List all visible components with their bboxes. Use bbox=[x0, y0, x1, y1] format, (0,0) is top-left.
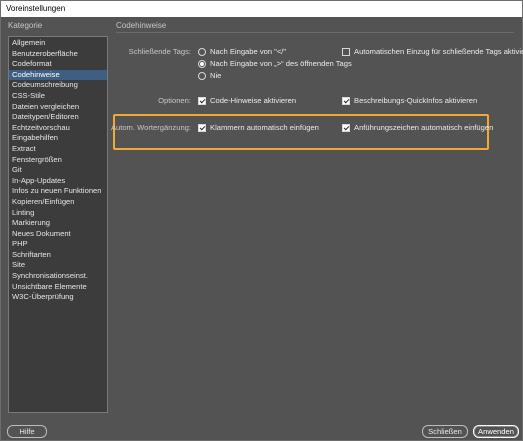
quickinfo-check[interactable] bbox=[342, 96, 350, 105]
auto-indent-check[interactable] bbox=[342, 47, 350, 56]
category-item[interactable]: Infos zu neuen Funktionen bbox=[9, 186, 107, 197]
category-item[interactable]: Benutzeroberfläche bbox=[9, 49, 107, 60]
category-item[interactable]: PHP bbox=[9, 239, 107, 250]
category-item[interactable]: Fenstergrößen bbox=[9, 155, 107, 166]
category-item[interactable]: W3C-Überprüfung bbox=[9, 292, 107, 303]
radio-never-label: Nie bbox=[210, 71, 222, 80]
brackets-checkbox[interactable]: Klammern automatisch einfügen bbox=[198, 123, 319, 132]
radio-never-button[interactable] bbox=[198, 71, 206, 80]
radio-after-slash-label: Nach Eingabe von "</" bbox=[210, 47, 287, 56]
radio-never[interactable]: Nie bbox=[198, 71, 221, 80]
window-title: Voreinstellungen bbox=[1, 1, 522, 17]
category-item[interactable]: Unsichtbare Elemente bbox=[9, 282, 107, 293]
autocomplete-label: Autom. Wortergänzung: bbox=[110, 123, 191, 132]
code-hints-checkbox[interactable]: Code-Hinweise aktivieren bbox=[198, 96, 296, 105]
radio-after-open-tag-label: Nach Eingabe von „>“ des öffnenden Tags bbox=[210, 59, 352, 68]
category-item[interactable]: Codeumschreibung bbox=[9, 80, 107, 91]
quotes-checkbox[interactable]: Anführungszeichen automatisch einfügen bbox=[342, 123, 493, 132]
category-item[interactable]: Codehinweise bbox=[9, 69, 107, 81]
category-item[interactable]: In-App-Updates bbox=[9, 176, 107, 187]
category-item[interactable]: Site bbox=[9, 260, 107, 271]
auto-indent-label: Automatischen Einzug für schließende Tag… bbox=[354, 47, 523, 56]
options-label: Optionen: bbox=[158, 96, 191, 105]
quickinfo-label: Beschreibungs-QuickInfos aktivieren bbox=[354, 96, 478, 105]
auto-indent-checkbox[interactable]: Automatischen Einzug für schließende Tag… bbox=[342, 47, 523, 56]
apply-button[interactable]: Anwenden bbox=[473, 425, 519, 438]
category-item[interactable]: CSS-Stile bbox=[9, 91, 107, 102]
quotes-label: Anführungszeichen automatisch einfügen bbox=[354, 123, 494, 132]
section-divider bbox=[116, 32, 514, 33]
radio-after-open-tag[interactable]: Nach Eingabe von „>“ des öffnenden Tags bbox=[198, 59, 352, 68]
category-item[interactable]: Codeformat bbox=[9, 59, 107, 70]
quickinfo-checkbox[interactable]: Beschreibungs-QuickInfos aktivieren bbox=[342, 96, 477, 105]
radio-after-slash-button[interactable] bbox=[198, 47, 206, 56]
category-list[interactable]: Allgemein Benutzeroberfläche Codeformat Cod… bbox=[8, 36, 108, 413]
close-button[interactable]: Schließen bbox=[422, 425, 468, 438]
category-item[interactable]: Markierung bbox=[9, 218, 107, 229]
category-item[interactable]: Git bbox=[9, 165, 107, 176]
category-item[interactable]: Synchronisationseinst. bbox=[9, 271, 107, 282]
quotes-check[interactable] bbox=[342, 123, 350, 132]
help-button[interactable]: Hilfe bbox=[7, 425, 47, 438]
category-item[interactable]: Echtzeitvorschau bbox=[9, 123, 107, 134]
section-heading: Codehinweise bbox=[116, 21, 167, 30]
closing-tags-label: Schließende Tags: bbox=[128, 47, 191, 56]
category-item[interactable]: Eingabehilfen bbox=[9, 133, 107, 144]
brackets-label: Klammern automatisch einfügen bbox=[210, 123, 319, 132]
brackets-check[interactable] bbox=[198, 123, 206, 132]
category-item[interactable]: Dateitypen/Editoren bbox=[9, 112, 107, 123]
category-item[interactable]: Linting bbox=[9, 208, 107, 219]
preferences-window: Voreinstellungen Kategorie Codehinweise … bbox=[0, 0, 523, 441]
category-item[interactable]: Extract bbox=[9, 144, 107, 155]
highlight-box bbox=[113, 114, 489, 150]
radio-after-slash[interactable]: Nach Eingabe von "</" bbox=[198, 47, 286, 56]
radio-after-open-tag-button[interactable] bbox=[198, 59, 206, 68]
category-item[interactable]: Schriftarten bbox=[9, 250, 107, 261]
category-item[interactable]: Allgemein bbox=[9, 38, 107, 49]
category-heading: Kategorie bbox=[8, 21, 43, 30]
category-item[interactable]: Kopieren/Einfügen bbox=[9, 197, 107, 208]
category-item[interactable]: Dateien vergleichen bbox=[9, 102, 107, 113]
category-item[interactable]: Neues Dokument bbox=[9, 229, 107, 240]
code-hints-label: Code-Hinweise aktivieren bbox=[210, 96, 297, 105]
code-hints-check[interactable] bbox=[198, 96, 206, 105]
